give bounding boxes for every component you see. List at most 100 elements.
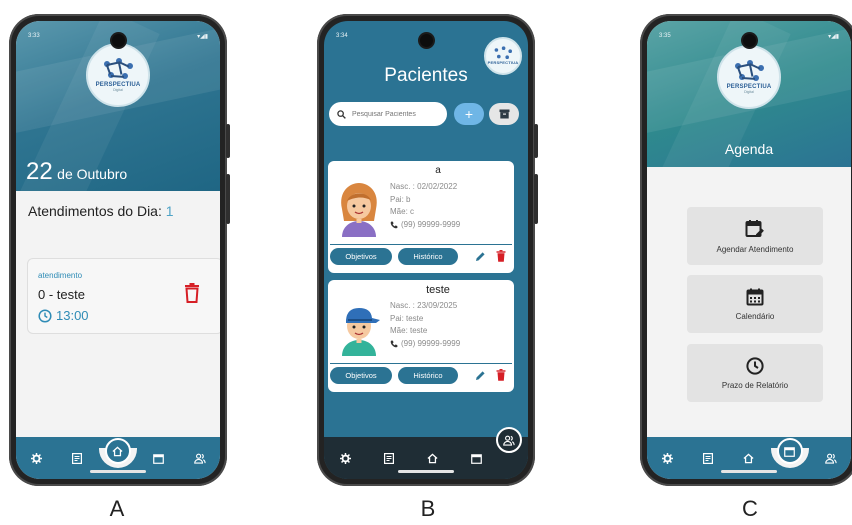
search-input[interactable] [352, 110, 442, 118]
caption-c: C [742, 496, 758, 521]
phone-c: 3:35 ▾◢▮ PERSPECTIUA Digital Agenda Agen… [640, 14, 852, 486]
search-bar[interactable] [329, 102, 447, 126]
home-indicator [721, 470, 777, 473]
caption-b: B [420, 496, 436, 521]
historico-button[interactable]: Histórico [398, 367, 458, 384]
archive-icon [499, 109, 510, 119]
users-icon[interactable] [496, 427, 522, 453]
clock-icon [746, 356, 764, 375]
patient-mother: Mãe: c [390, 207, 415, 216]
calendar-icon[interactable] [776, 438, 803, 464]
front-camera [743, 34, 756, 47]
list-icon[interactable] [700, 450, 716, 466]
screen-b: 3:34 PERSPECTIUA Pacientes + a [324, 21, 528, 479]
list-icon[interactable] [69, 450, 85, 466]
volume-button [534, 174, 538, 224]
patient-card[interactable]: teste Nasc. : 23/09/2025 Pai: teste Mãe:… [328, 280, 514, 392]
logo-subtitle: Digital [113, 88, 123, 92]
appointments-title: Atendimentos do Dia: 1 [28, 203, 174, 219]
patient-phone-row: (99) 99999-9999 [390, 338, 460, 351]
gear-icon[interactable] [340, 452, 352, 464]
phone-a: 3:33 ▾◢▮ PERSPECTIUA Digital 22 de Outub… [9, 14, 230, 486]
card-divider [330, 244, 512, 245]
signal-battery-icon: ▾◢▮ [828, 34, 839, 40]
phone-b: 3:34 PERSPECTIUA Pacientes + a [317, 14, 538, 486]
delete-appointment-icon[interactable] [184, 283, 200, 303]
comparison-stage: 3:33 ▾◢▮ PERSPECTIUA Digital 22 de Outub… [0, 0, 852, 525]
appointment-card[interactable]: atendimento 0 - teste 13:00 [27, 258, 220, 334]
status-time: 3:33 [28, 33, 40, 39]
front-camera [112, 34, 125, 47]
home-icon[interactable] [741, 450, 757, 466]
logo-network-icon [493, 45, 512, 59]
patient-info: Nasc. : 23/09/2025 Pai: teste Mãe: teste… [390, 300, 460, 350]
power-button [226, 124, 230, 158]
patient-birth: Nasc. : 23/09/2025 [390, 301, 458, 310]
edit-pencil-icon[interactable] [475, 251, 486, 262]
appointment-name: 0 - teste [38, 287, 85, 302]
home-icon[interactable] [427, 453, 438, 464]
add-patient-button[interactable]: + [454, 103, 484, 125]
report-deadline-button[interactable]: Prazo de Relatório [687, 344, 823, 402]
schedule-appointment-button[interactable]: Agendar Atendimento [687, 207, 823, 265]
calendar-icon[interactable] [470, 453, 482, 464]
archive-button[interactable] [489, 103, 519, 125]
report-deadline-label: Prazo de Relatório [721, 380, 789, 390]
calendar-button[interactable]: Calendário [687, 275, 823, 333]
status-time: 3:35 [659, 33, 671, 39]
users-icon[interactable] [823, 450, 839, 466]
date-day: 22 [26, 158, 53, 185]
logo-subtitle: Digital [744, 90, 754, 94]
logo-brand: PERSPECTIUA [487, 59, 519, 65]
page-title: Agenda [724, 141, 774, 157]
appointment-time: 13:00 [38, 308, 89, 323]
calendar-nav-slot [770, 438, 809, 468]
objetivos-button[interactable]: Objetivos [330, 248, 392, 265]
app-logo: PERSPECTIUA [484, 37, 522, 75]
home-nav-slot [98, 438, 137, 468]
appointments-count: 1 [165, 203, 174, 219]
calendar-label: Calendário [735, 311, 775, 321]
appointment-label: atendimento [38, 271, 83, 280]
app-logo: PERSPECTIUA Digital [717, 45, 781, 109]
historico-button[interactable]: Histórico [398, 248, 458, 265]
patient-name: teste [426, 284, 450, 296]
patient-phone: (99) 99999-9999 [401, 338, 461, 348]
date-month: de Outubro [57, 166, 128, 182]
boy-avatar-icon [336, 298, 382, 356]
home-indicator [398, 470, 454, 473]
patient-card[interactable]: a Nasc. : 02/02/2022 Pai: b Mãe: c (99) … [328, 161, 514, 273]
phone-icon [390, 221, 398, 229]
appointment-time-text: 13:00 [56, 308, 89, 323]
home-icon[interactable] [104, 438, 131, 464]
edit-pencil-icon[interactable] [475, 370, 486, 381]
card-divider [330, 363, 512, 364]
screen-a: 3:33 ▾◢▮ PERSPECTIUA Digital 22 de Outub… [16, 21, 220, 479]
patient-phone-row: (99) 99999-9999 [390, 219, 460, 232]
gear-icon[interactable] [28, 450, 44, 466]
patient-father: Pai: b [390, 194, 411, 204]
phone-icon [390, 340, 398, 348]
schedule-appointment-label: Agendar Atendimento [716, 244, 794, 254]
gear-icon[interactable] [659, 450, 675, 466]
objetivos-button[interactable]: Objetivos [330, 367, 392, 384]
home-indicator [90, 470, 146, 473]
logo-network-icon [102, 58, 134, 80]
calendar-grid-icon [746, 288, 764, 306]
signal-battery-icon: ▾◢▮ [197, 34, 208, 40]
clock-icon [38, 308, 52, 323]
date-header: 22 de Outubro [26, 158, 127, 186]
power-button [534, 124, 538, 158]
appointments-label: Atendimentos do Dia: [28, 203, 162, 219]
patient-info: Nasc. : 02/02/2022 Pai: b Mãe: c (99) 99… [390, 181, 460, 231]
calendar-icon[interactable] [151, 450, 167, 466]
app-logo: PERSPECTIUA Digital [86, 43, 150, 107]
list-icon[interactable] [384, 452, 395, 464]
delete-trash-icon[interactable] [496, 369, 506, 381]
calendar-edit-icon [745, 219, 765, 239]
status-time: 3:34 [336, 33, 348, 39]
delete-trash-icon[interactable] [496, 250, 506, 262]
users-icon[interactable] [192, 450, 208, 466]
patient-name: a [435, 165, 441, 176]
front-camera [420, 34, 433, 47]
